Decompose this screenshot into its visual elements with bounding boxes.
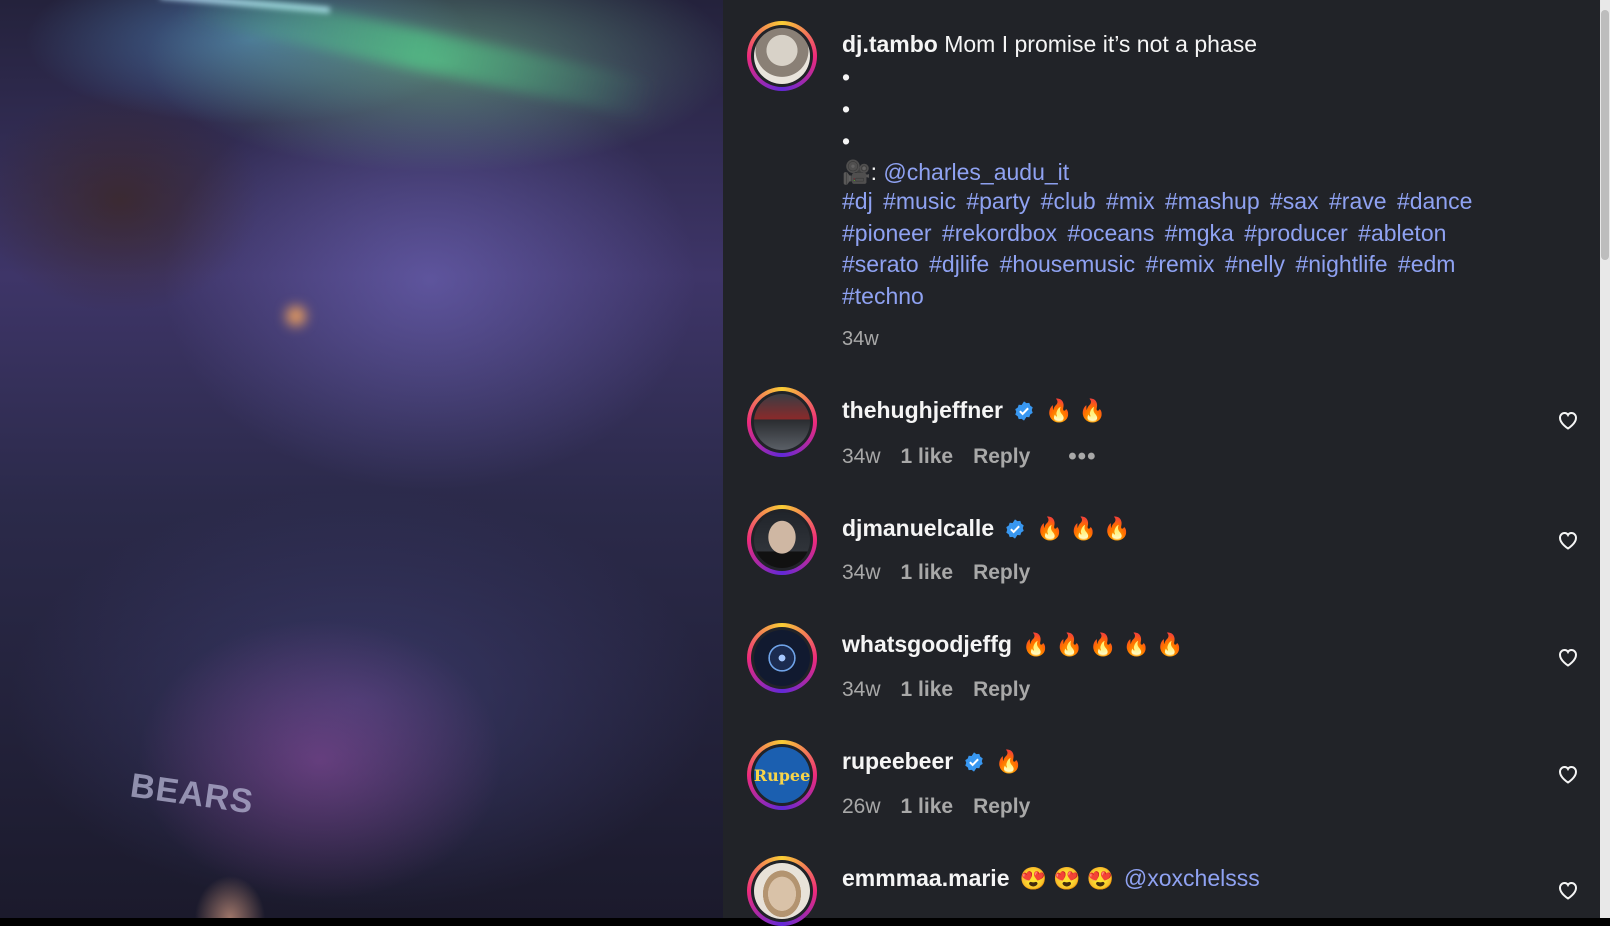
hashtag-link[interactable]: #techno: [842, 283, 924, 309]
commenter-avatar[interactable]: Rupee: [747, 740, 817, 810]
comment-header: rupeebeer 🔥: [842, 748, 1023, 775]
comment-header: emmmaa.marie 😍 😍 😍 @xoxchelsss: [842, 865, 1260, 892]
hashtag-link[interactable]: #club: [1041, 188, 1096, 214]
laser-light: [181, 0, 659, 120]
comment-meta: 26w 1 like Reply: [842, 795, 1030, 819]
crowd-scene: [0, 398, 723, 918]
comment-text: 🔥 🔥 🔥 🔥 🔥: [1021, 631, 1184, 657]
caption-bullet: •: [842, 128, 851, 154]
reply-button[interactable]: Reply: [973, 678, 1030, 702]
comment-mention-link[interactable]: @xoxchelsss: [1124, 865, 1260, 892]
verified-badge-icon: [1015, 400, 1033, 421]
hashtag-link[interactable]: #oceans: [1067, 220, 1154, 246]
credit-mention-link[interactable]: @charles_audu_it: [883, 159, 1069, 185]
comment-text: 🔥 🔥 🔥: [1036, 515, 1131, 541]
comment-likes[interactable]: 1 like: [901, 678, 954, 702]
commenter-username[interactable]: emmmaa.marie: [842, 865, 1010, 892]
comment-header: thehughjeffner 🔥 🔥: [842, 397, 1106, 424]
hashtag-link[interactable]: #nelly: [1225, 251, 1285, 277]
hashtag-link[interactable]: #dj: [842, 188, 873, 214]
comment-text: 😍 😍 😍: [1019, 865, 1114, 891]
hashtag-link[interactable]: #serato: [842, 251, 919, 277]
commenter-avatar[interactable]: [747, 623, 817, 693]
hashtag-link[interactable]: #remix: [1146, 251, 1215, 277]
hashtag-link[interactable]: #housemusic: [1000, 251, 1136, 277]
reply-button[interactable]: Reply: [973, 561, 1030, 585]
comment-likes[interactable]: 1 like: [901, 795, 954, 819]
hashtag-list: #dj #music #party #club #mix #mashup #sa…: [842, 186, 1502, 312]
comment-text: 🔥 🔥: [1045, 397, 1106, 423]
reply-button[interactable]: Reply: [973, 795, 1030, 819]
stage-light: [286, 306, 306, 326]
hashtag-link[interactable]: #rave: [1329, 188, 1387, 214]
commenter-avatar[interactable]: [747, 856, 817, 926]
page-scrollbar[interactable]: [1600, 0, 1610, 918]
hashtag-link[interactable]: #mix: [1106, 188, 1155, 214]
more-options-icon[interactable]: •••: [1068, 443, 1096, 471]
comment-age: 34w: [842, 561, 881, 584]
author-username[interactable]: dj.tambo: [842, 31, 938, 57]
hashtag-link[interactable]: #djlife: [929, 251, 989, 277]
hashtag-link[interactable]: #sax: [1270, 188, 1319, 214]
camera-emoji: 🎥:: [842, 159, 878, 185]
hashtag-link[interactable]: #music: [883, 188, 956, 214]
comment-meta: 34w 1 like Reply •••: [842, 443, 1096, 471]
post-age: 34w: [842, 328, 879, 350]
like-heart-icon[interactable]: [1556, 878, 1580, 902]
video-credit: 🎥: @charles_audu_it: [842, 159, 1069, 186]
comment-age: 26w: [842, 795, 881, 818]
caption-bullet: •: [842, 64, 851, 90]
like-heart-icon[interactable]: [1556, 528, 1580, 552]
hashtag-link[interactable]: #edm: [1398, 251, 1456, 277]
like-heart-icon[interactable]: [1556, 762, 1580, 786]
author-avatar[interactable]: [747, 21, 817, 91]
caption-bullet: •: [842, 96, 851, 122]
hashtag-link[interactable]: #mashup: [1165, 188, 1260, 214]
commenter-username[interactable]: thehughjeffner: [842, 397, 1003, 424]
comment-likes[interactable]: 1 like: [901, 561, 954, 585]
commenter-avatar[interactable]: [747, 387, 817, 457]
post-caption: dj.tambo Mom I promise it’s not a phase: [842, 31, 1257, 58]
comment-header: whatsgoodjeffg 🔥 🔥 🔥 🔥 🔥: [842, 631, 1183, 658]
commenter-username[interactable]: djmanuelcalle: [842, 515, 994, 542]
commenter-username[interactable]: rupeebeer: [842, 748, 953, 775]
hashtag-link[interactable]: #dance: [1397, 188, 1472, 214]
like-heart-icon[interactable]: [1556, 408, 1580, 432]
comment-meta: 34w 1 like Reply: [842, 561, 1030, 585]
hashtag-link[interactable]: #ableton: [1358, 220, 1446, 246]
hashtag-link[interactable]: #nightlife: [1295, 251, 1387, 277]
caption-text: Mom I promise it’s not a phase: [944, 31, 1258, 57]
hashtag-link[interactable]: #pioneer: [842, 220, 932, 246]
commenter-avatar[interactable]: [747, 505, 817, 575]
hashtag-link[interactable]: #party: [966, 188, 1030, 214]
reply-button[interactable]: Reply: [973, 445, 1030, 469]
commenter-username[interactable]: whatsgoodjeffg: [842, 631, 1012, 658]
comment-text: 🔥: [995, 748, 1023, 774]
comment-meta: 34w 1 like Reply: [842, 678, 1030, 702]
like-heart-icon[interactable]: [1556, 645, 1580, 669]
verified-badge-icon: [965, 751, 983, 772]
rupee-logo: Rupee: [754, 765, 810, 785]
post-video[interactable]: BEARS: [0, 0, 723, 918]
hashtag-link[interactable]: #rekordbox: [942, 220, 1057, 246]
scrollbar-thumb[interactable]: [1601, 10, 1609, 260]
comment-header: djmanuelcalle 🔥 🔥 🔥: [842, 515, 1131, 542]
verified-badge-icon: [1006, 518, 1024, 539]
comment-age: 34w: [842, 678, 881, 701]
comment-age: 34w: [842, 445, 881, 468]
hashtag-link[interactable]: #mgka: [1165, 220, 1234, 246]
hashtag-link[interactable]: #producer: [1244, 220, 1348, 246]
comment-likes[interactable]: 1 like: [901, 445, 954, 469]
